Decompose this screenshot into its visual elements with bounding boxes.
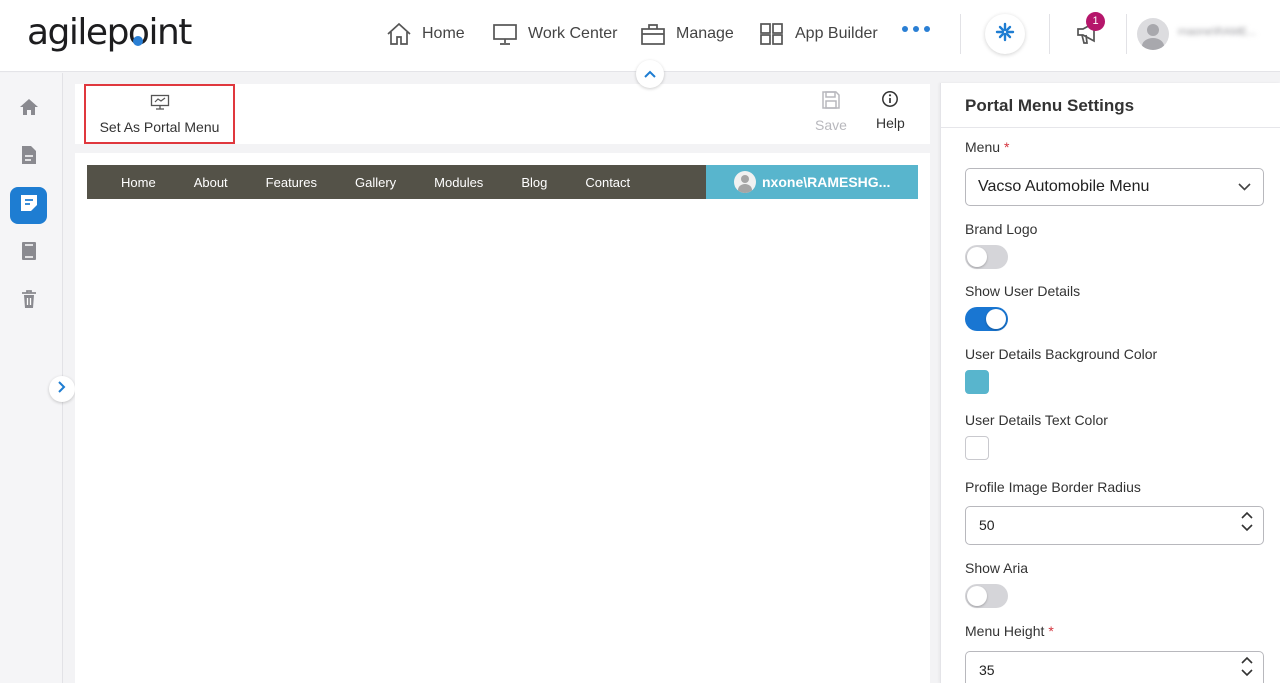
divider — [960, 14, 961, 54]
chevron-up-icon[interactable] — [1241, 656, 1253, 664]
sidebar-item-library[interactable] — [10, 235, 47, 272]
portal-menu-bar: Home About Features Gallery Modules Blog… — [87, 165, 918, 199]
home-icon — [19, 98, 39, 121]
avatar[interactable] — [1137, 18, 1169, 50]
menu-select-value: Vacso Automobile Menu — [978, 178, 1150, 195]
show-user-details-toggle[interactable] — [965, 307, 1008, 331]
home-icon — [386, 22, 412, 46]
brand-logo-toggle[interactable] — [965, 245, 1008, 269]
portal-menu-items: Home About Features Gallery Modules Blog… — [87, 165, 630, 199]
divider — [1126, 14, 1127, 54]
portal-menu-item[interactable]: Features — [266, 175, 317, 190]
sidebar-item-home[interactable] — [10, 91, 47, 128]
user-name[interactable]: rnaone\RAME... — [1178, 26, 1268, 40]
brand-logo-label: Brand Logo — [965, 221, 1038, 237]
portal-menu-item[interactable]: Contact — [585, 175, 630, 190]
portal-menu-item[interactable]: Blog — [521, 175, 547, 190]
user-avatar-icon — [734, 171, 756, 193]
agilepoint-logo[interactable]: agilepo int — [27, 13, 192, 53]
menu-label: Menu * — [965, 139, 1010, 155]
top-bar: agilepo int Home Work Center Manage App B… — [0, 0, 1280, 72]
profile-image-border-radius-input[interactable]: 50 — [965, 506, 1264, 545]
sidebar-item-portal-menu[interactable] — [10, 187, 47, 224]
sidebar-item-documents[interactable] — [10, 139, 47, 176]
book-icon — [21, 241, 37, 266]
more-icon[interactable] — [902, 26, 930, 32]
set-as-portal-menu-label: Set As Portal Menu — [99, 118, 220, 135]
info-icon — [881, 90, 899, 111]
show-aria-toggle[interactable] — [965, 584, 1008, 608]
menu-height-label: Menu Height * — [965, 623, 1054, 639]
document-icon — [21, 145, 37, 170]
portal-user-details[interactable]: nxone\RAMESHG... — [706, 165, 918, 199]
profile-image-border-radius-label: Profile Image Border Radius — [965, 479, 1141, 495]
grid-icon — [759, 22, 785, 46]
set-as-portal-menu-button[interactable]: Set As Portal Menu — [84, 84, 235, 144]
portal-menu-item[interactable]: About — [194, 175, 228, 190]
save-icon — [821, 90, 841, 113]
user-details-text-color-label: User Details Text Color — [965, 412, 1108, 428]
nav-home[interactable]: Home — [386, 18, 465, 50]
user-details-text-color-swatch[interactable] — [965, 436, 989, 460]
portal-menu-item[interactable]: Home — [121, 175, 156, 190]
expand-sidebar-button[interactable] — [49, 376, 75, 402]
menu-select[interactable]: Vacso Automobile Menu — [965, 168, 1264, 206]
portal-menu-item[interactable]: Modules — [434, 175, 483, 190]
panel-title: Portal Menu Settings — [965, 96, 1135, 115]
toolbar: Set As Portal Menu Save Help — [75, 84, 930, 144]
menu-height-value: 35 — [979, 662, 995, 678]
briefcase-icon — [640, 22, 666, 46]
nav-home-label: Home — [422, 25, 465, 42]
chevron-down-icon[interactable] — [1241, 669, 1253, 677]
chevron-up-icon — [644, 65, 656, 83]
nav-work-center-label: Work Center — [528, 25, 618, 42]
show-aria-label: Show Aria — [965, 560, 1029, 576]
chevron-right-icon — [58, 380, 66, 398]
number-stepper[interactable] — [1241, 511, 1253, 532]
notification-badge: 1 — [1086, 12, 1105, 31]
border-radius-value: 50 — [979, 517, 995, 533]
user-details-bg-color-label: User Details Background Color — [965, 346, 1158, 362]
portal-user-name: nxone\RAMESHG... — [762, 174, 891, 190]
nav-app-builder[interactable]: App Builder — [759, 18, 878, 50]
chevron-down-icon[interactable] — [1241, 524, 1253, 532]
menu-preview-canvas: Home About Features Gallery Modules Blog… — [75, 153, 930, 683]
chevron-up-icon[interactable] — [1241, 511, 1253, 519]
portal-menu-settings-panel: Portal Menu Settings Menu * Vacso Automob… — [940, 83, 1280, 683]
help-label: Help — [876, 115, 905, 131]
sidebar-item-recycle-bin[interactable] — [10, 283, 47, 320]
nav-work-center[interactable]: Work Center — [492, 18, 618, 50]
divider — [941, 127, 1280, 128]
chevron-down-icon — [1238, 183, 1251, 191]
save-label: Save — [815, 117, 847, 133]
help-button[interactable]: Help — [876, 90, 905, 131]
user-details-bg-color-swatch[interactable] — [965, 370, 989, 394]
divider — [1049, 14, 1050, 54]
monitor-icon — [492, 22, 518, 46]
collapse-header-button[interactable] — [636, 60, 664, 88]
nav-app-builder-label: App Builder — [795, 25, 878, 42]
save-button[interactable]: Save — [815, 90, 847, 133]
ai-assistant-button[interactable] — [985, 14, 1025, 54]
number-stepper[interactable] — [1241, 656, 1253, 677]
sparkle-icon — [994, 21, 1016, 48]
presentation-icon — [150, 94, 170, 113]
menu-height-input[interactable]: 35 — [965, 651, 1264, 683]
portal-menu-item[interactable]: Gallery — [355, 175, 396, 190]
show-user-details-label: Show User Details — [965, 283, 1081, 299]
nav-manage-label: Manage — [676, 25, 734, 42]
nav-manage[interactable]: Manage — [640, 18, 734, 50]
portal-menu-icon — [19, 193, 39, 218]
trash-icon — [21, 289, 37, 314]
